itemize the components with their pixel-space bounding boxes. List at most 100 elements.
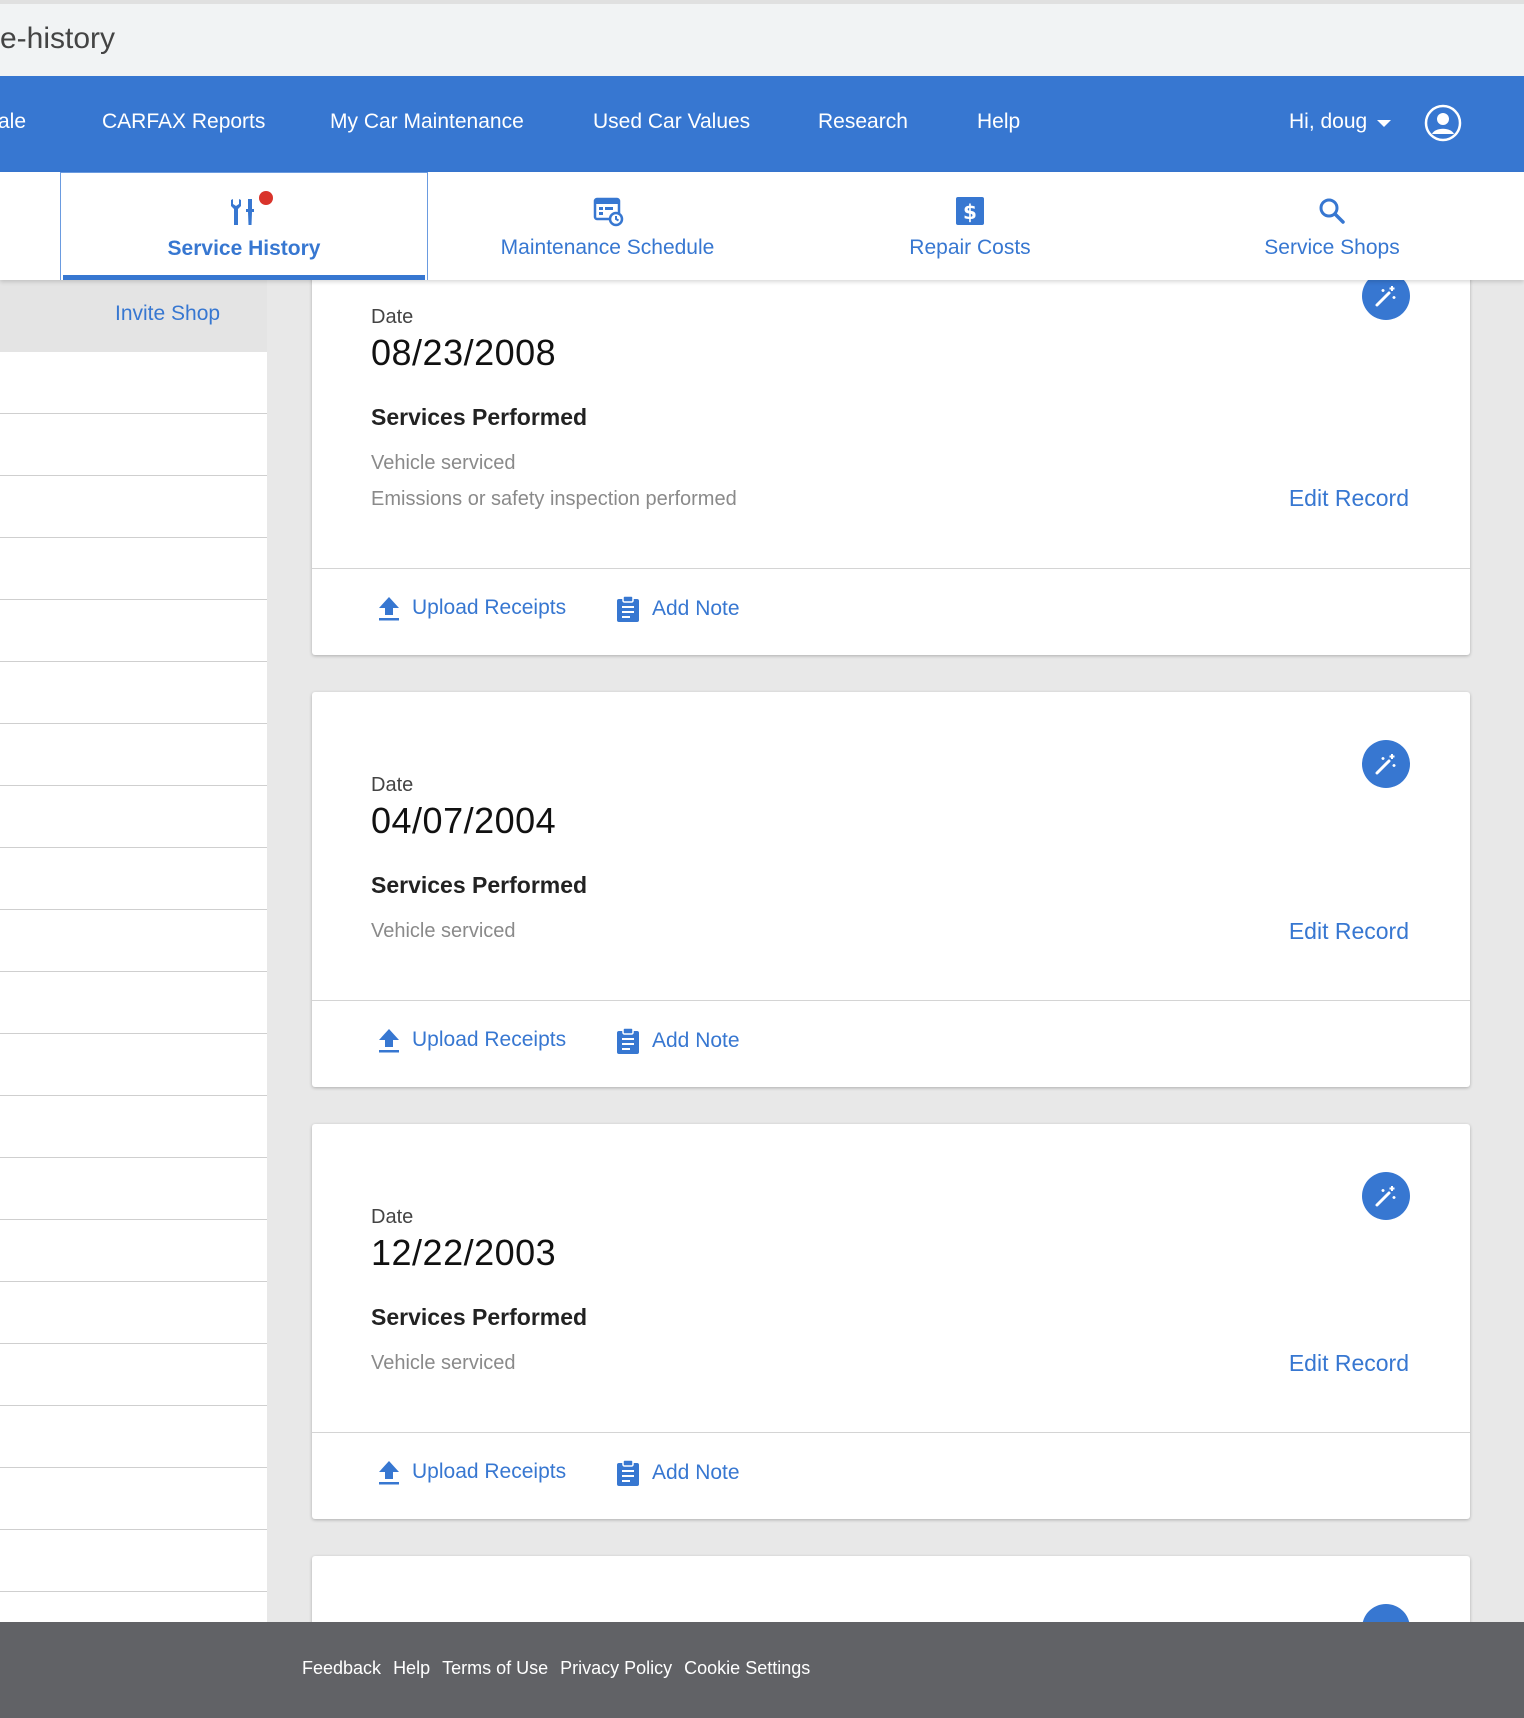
tab-repair-costs[interactable]: $ Repair Costs xyxy=(872,172,1068,280)
tab-label: Service History xyxy=(167,237,321,260)
add-note-button[interactable]: Add Note xyxy=(614,1027,740,1055)
user-menu[interactable]: Hi, doug xyxy=(1289,110,1392,134)
sidebar-row xyxy=(0,1034,267,1096)
upload-receipts-button[interactable]: Upload Receipts xyxy=(376,1027,566,1053)
sidebar-row xyxy=(0,1158,267,1220)
dollar-icon: $ xyxy=(953,194,987,228)
footer-links: Feedback Help Terms of Use Privacy Polic… xyxy=(302,1658,810,1679)
page-footer: Feedback Help Terms of Use Privacy Polic… xyxy=(0,1622,1524,1718)
upload-icon xyxy=(379,1029,399,1053)
magic-wand-icon xyxy=(1375,754,1396,775)
invite-shop-row[interactable]: Invite Shop xyxy=(0,280,267,352)
service-item: Vehicle serviced xyxy=(371,452,516,474)
footer-link-terms-of-use[interactable]: Terms of Use xyxy=(442,1658,548,1679)
clipboard-icon xyxy=(617,595,639,622)
upload-receipts-label: Upload Receipts xyxy=(412,1028,567,1051)
magic-wand-button[interactable] xyxy=(1362,740,1410,788)
services-performed-title: Services Performed xyxy=(371,1304,588,1330)
footer-link-feedback[interactable]: Feedback xyxy=(302,1658,381,1679)
service-item: Vehicle serviced xyxy=(371,920,516,942)
nav-item-research[interactable]: Research xyxy=(818,110,908,134)
edit-record-link[interactable]: Edit Record xyxy=(1289,1350,1409,1377)
record-actions: Upload Receipts Add Note xyxy=(312,1001,1470,1087)
record-date: 12/22/2003 xyxy=(371,1232,557,1273)
date-label: Date xyxy=(371,306,414,328)
top-navigation: ale CARFAX Reports My Car Maintenance Us… xyxy=(0,76,1524,172)
footer-link-help[interactable]: Help xyxy=(393,1658,430,1679)
upload-receipts-button[interactable]: Upload Receipts xyxy=(376,1459,566,1485)
sidebar-row xyxy=(0,1220,267,1282)
edit-record-link[interactable]: Edit Record xyxy=(1289,918,1409,945)
search-icon xyxy=(1315,194,1349,228)
tab-label: Service Shops xyxy=(1264,236,1400,259)
date-label: Date xyxy=(371,1206,414,1228)
service-record-card xyxy=(312,1556,1470,1626)
sidebar-row xyxy=(0,786,267,848)
sidebar-row xyxy=(0,1406,267,1468)
service-item: Emissions or safety inspection performed xyxy=(371,488,737,510)
sidebar-row xyxy=(0,1282,267,1344)
service-record-card: Date 04/07/2004 Services Performed Vehic… xyxy=(312,692,1470,1087)
sidebar-row xyxy=(0,600,267,662)
upload-icon xyxy=(379,597,399,621)
calendar-clock-icon xyxy=(591,194,625,228)
invite-shop-link[interactable]: Invite Shop xyxy=(115,302,220,326)
service-item: Vehicle serviced xyxy=(371,1352,516,1374)
nav-item-help[interactable]: Help xyxy=(977,110,1020,134)
sidebar-row xyxy=(0,848,267,910)
nav-item-used-car-values[interactable]: Used Car Values xyxy=(593,110,750,134)
url-text[interactable]: e-history xyxy=(0,22,115,56)
record-date: 04/07/2004 xyxy=(371,800,557,841)
upload-icon xyxy=(379,1461,399,1485)
add-note-label: Add Note xyxy=(652,597,740,620)
add-note-button[interactable]: Add Note xyxy=(614,1459,740,1487)
sidebar-row xyxy=(0,1344,267,1406)
tab-service-history[interactable]: Service History xyxy=(60,172,428,280)
sidebar-row xyxy=(0,724,267,786)
sidebar-row xyxy=(0,1096,267,1158)
record-actions: Upload Receipts Add Note xyxy=(312,569,1470,655)
edit-record-link[interactable]: Edit Record xyxy=(1289,485,1409,512)
tab-maintenance-schedule[interactable]: Maintenance Schedule xyxy=(465,172,750,280)
user-greeting: Hi, doug xyxy=(1289,110,1368,133)
svg-text:$: $ xyxy=(963,200,977,224)
account-avatar-icon[interactable] xyxy=(1424,104,1462,142)
sidebar-row xyxy=(0,1530,267,1592)
footer-link-cookie-settings[interactable]: Cookie Settings xyxy=(684,1658,810,1679)
add-note-button[interactable]: Add Note xyxy=(614,595,740,623)
date-label: Date xyxy=(371,774,414,796)
sidebar-row xyxy=(0,476,267,538)
notification-dot xyxy=(259,191,273,205)
services-performed-title: Services Performed xyxy=(371,872,588,898)
clipboard-icon xyxy=(617,1027,639,1054)
sidebar-row xyxy=(0,910,267,972)
sidebar-row xyxy=(0,662,267,724)
tab-label: Maintenance Schedule xyxy=(500,236,715,259)
sidebar: Invite Shop xyxy=(0,280,267,1622)
record-date: 08/23/2008 xyxy=(371,332,557,373)
record-actions: Upload Receipts Add Note xyxy=(312,1433,1470,1519)
magic-wand-button[interactable] xyxy=(1362,1172,1410,1220)
sidebar-row xyxy=(0,352,267,414)
services-performed-title: Services Performed xyxy=(371,404,588,430)
service-record-card: Date 08/23/2008 Services Performed Vehic… xyxy=(312,232,1470,655)
nav-item-for-sale[interactable]: ale xyxy=(0,110,26,134)
tab-service-shops[interactable]: Service Shops xyxy=(1244,172,1420,280)
magic-wand-icon xyxy=(1375,1186,1396,1207)
sidebar-row xyxy=(0,414,267,476)
nav-item-my-car-maintenance[interactable]: My Car Maintenance xyxy=(330,110,524,134)
clipboard-icon xyxy=(617,1459,639,1486)
sidebar-row xyxy=(0,972,267,1034)
upload-receipts-label: Upload Receipts xyxy=(412,1460,567,1483)
nav-item-carfax-reports[interactable]: CARFAX Reports xyxy=(102,110,265,134)
footer-link-privacy-policy[interactable]: Privacy Policy xyxy=(560,1658,672,1679)
upload-receipts-label: Upload Receipts xyxy=(412,596,567,619)
wrench-screwdriver-icon xyxy=(227,191,273,229)
browser-url-bar[interactable]: e-history xyxy=(0,0,1524,76)
add-note-label: Add Note xyxy=(652,1461,740,1484)
add-note-label: Add Note xyxy=(652,1029,740,1052)
section-tabs: Service History Maintenance Schedule $ R… xyxy=(0,172,1524,280)
chevron-down-icon xyxy=(1377,120,1392,127)
upload-receipts-button[interactable]: Upload Receipts xyxy=(376,595,566,621)
tab-label: Repair Costs xyxy=(909,236,1031,259)
